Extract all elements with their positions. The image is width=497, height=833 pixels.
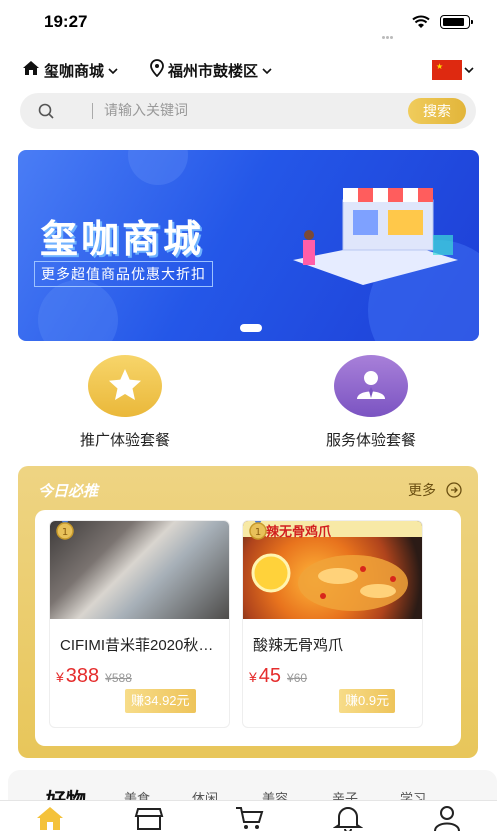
- shop-selector[interactable]: 玺咖商城: [22, 56, 118, 84]
- price-value: 388: [65, 665, 100, 687]
- recommend-title: 今日必推: [38, 482, 99, 500]
- search-input[interactable]: [104, 101, 404, 121]
- search-divider: [92, 103, 93, 119]
- user-icon: [434, 806, 460, 831]
- price-value: 45: [258, 665, 282, 687]
- category-icon-bg: [88, 355, 162, 417]
- product-name: 酸辣无骨鸡爪: [253, 637, 344, 654]
- nav-shop[interactable]: [134, 805, 164, 833]
- location-bar: 玺咖商城 福州市鼓楼区 ★: [0, 56, 497, 84]
- category-label: 推广体验套餐: [79, 431, 170, 449]
- nav-cart[interactable]: [234, 805, 264, 833]
- original-price: ¥588: [105, 671, 132, 685]
- cart-icon: [236, 807, 264, 829]
- more-label: 更多: [408, 483, 436, 499]
- search-button[interactable]: 搜索: [408, 98, 466, 124]
- chevron-down-icon: [262, 61, 272, 80]
- nav-home[interactable]: [35, 805, 65, 833]
- search-icon: [38, 103, 54, 123]
- earn-badge: 赚34.92元: [125, 689, 196, 713]
- product-name: CIFIMI昔米菲2020秋冬新款: [60, 637, 225, 654]
- earn-badge: 赚0.9元: [339, 689, 396, 713]
- city-selector[interactable]: 福州市鼓楼区: [150, 56, 272, 84]
- banner-pager: [240, 324, 262, 332]
- nav-profile[interactable]: [432, 805, 462, 833]
- shop-illustration: [293, 188, 458, 285]
- home-icon: [22, 60, 40, 80]
- bottom-nav: [0, 800, 497, 833]
- nav-notifications[interactable]: [333, 805, 363, 833]
- signal-icon: [382, 24, 396, 39]
- product-list: 1 CIFIMI昔米菲2020秋冬新款 ¥ 388 ¥588 赚34.92元 酸…: [35, 510, 461, 746]
- status-time: 19:27: [44, 12, 88, 31]
- product-price: ¥ 388 ¥588: [56, 665, 132, 688]
- category-icon-bg: [334, 355, 408, 417]
- battery-icon: [440, 15, 473, 29]
- medal-icon: 1: [56, 521, 74, 540]
- person-icon: [357, 371, 385, 399]
- product-card[interactable]: 酸辣无骨鸡爪 1 酸辣无骨鸡爪 ¥ 45 ¥60 赚0.9元: [242, 520, 423, 728]
- status-bar: 19:27: [0, 0, 497, 44]
- language-selector[interactable]: ★: [432, 60, 474, 80]
- shop-icon: [134, 808, 164, 830]
- wifi-icon: [412, 14, 430, 33]
- chevron-down-icon: [108, 61, 118, 80]
- bell-icon: [333, 807, 363, 831]
- location-pin-icon: [150, 59, 164, 81]
- china-flag-icon: ★: [432, 60, 462, 80]
- product-image: 1: [50, 521, 229, 619]
- product-price: ¥ 45 ¥60: [249, 665, 307, 688]
- banner-title: 玺咖商城: [40, 217, 205, 261]
- price-currency: ¥: [56, 669, 64, 685]
- more-link[interactable]: 更多: [408, 480, 462, 500]
- product-image: 酸辣无骨鸡爪 1: [243, 521, 422, 619]
- arrow-right-circle-icon: [446, 482, 462, 498]
- original-price: ¥60: [287, 671, 308, 685]
- shop-name: 玺咖商城: [44, 61, 105, 80]
- promo-banner[interactable]: 玺咖商城 更多超值商品优惠大折扣: [18, 150, 479, 341]
- star-icon: [109, 369, 141, 400]
- svg-text:1: 1: [62, 527, 68, 538]
- category-label: 服务体验套餐: [325, 431, 416, 449]
- chevron-down-icon: [464, 67, 474, 74]
- city-name: 福州市鼓楼区: [168, 61, 259, 80]
- recommend-section: 今日必推 更多 1 CIFIMI昔米菲2020秋冬新款 ¥ 388 ¥588 赚…: [18, 466, 478, 758]
- category-service-package[interactable]: 服务体验套餐: [291, 355, 451, 450]
- food-illustration: [251, 553, 408, 611]
- banner-subtitle: 更多超值商品优惠大折扣: [34, 261, 213, 287]
- search-bar: 搜索: [20, 93, 476, 129]
- category-promo-package[interactable]: 推广体验套餐: [45, 355, 205, 450]
- product-card[interactable]: 1 CIFIMI昔米菲2020秋冬新款 ¥ 388 ¥588 赚34.92元: [49, 520, 230, 728]
- price-currency: ¥: [249, 669, 257, 685]
- home-icon: [37, 807, 63, 830]
